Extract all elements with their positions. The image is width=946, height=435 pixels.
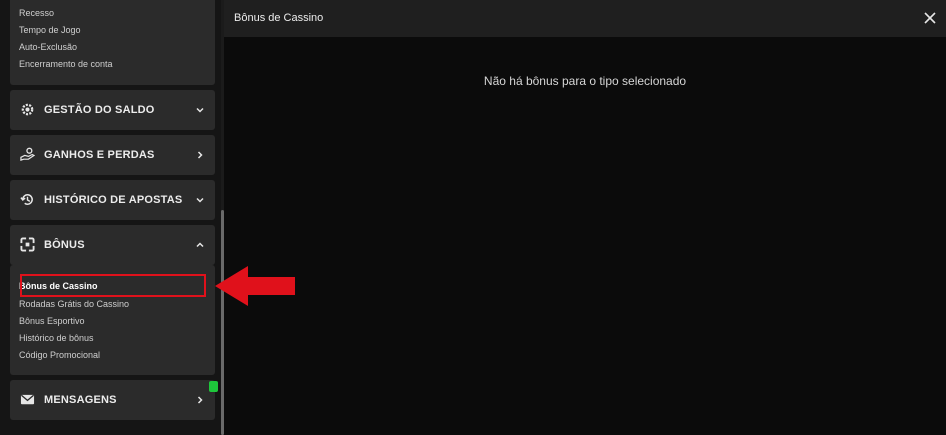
menu-label: HISTÓRICO DE APOSTAS [44,194,183,206]
chevron-down-icon [196,107,204,113]
envelope-icon [20,394,35,405]
gift-icon [20,237,35,252]
panel-title: Bônus de Cassino [234,12,324,24]
chevron-right-icon [197,396,203,404]
close-icon[interactable] [922,10,938,26]
panel-header: Bônus de Cassino [224,0,946,37]
submenu-item-auto-exclusao[interactable]: Auto-Exclusão [19,42,77,52]
submenu-item-recesso[interactable]: Recesso [19,8,54,18]
highlight-box [20,274,206,297]
arrow-left-icon [215,266,295,306]
gear-icon [21,103,34,116]
menu-label: MENSAGENS [44,394,117,406]
submenu-item-tempo-de-jogo[interactable]: Tempo de Jogo [19,25,81,35]
sidebar: Recesso Tempo de Jogo Auto-Exclusão Ence… [0,0,222,435]
menu-mensagens[interactable]: MENSAGENS [10,380,215,420]
menu-historico-de-apostas[interactable]: HISTÓRICO DE APOSTAS [10,180,215,220]
empty-state-message: Não há bônus para o tipo selecionado [483,74,687,88]
notification-badge [209,381,218,392]
menu-bonus[interactable]: BÔNUS [10,225,215,265]
submenu-item-historico-de-bonus[interactable]: Histórico de bônus [19,333,94,343]
chevron-down-icon [196,197,204,203]
hand-coins-icon [20,147,35,161]
menu-label: GANHOS E PERDAS [44,149,155,161]
submenu-item-encerramento[interactable]: Encerramento de conta [19,59,113,69]
submenu-item-codigo-promocional[interactable]: Código Promocional [19,350,100,360]
menu-label: GESTÃO DO SALDO [44,104,155,116]
chevron-up-icon [196,242,204,248]
menu-gestao-do-saldo[interactable]: GESTÃO DO SALDO [10,90,215,130]
menu-label: BÔNUS [44,239,85,251]
submenu-item-bonus-esportivo[interactable]: Bônus Esportivo [19,316,85,326]
chevron-right-icon [197,151,203,159]
menu-ganhos-e-perdas[interactable]: GANHOS E PERDAS [10,135,215,175]
submenu-item-rodadas-gratis[interactable]: Rodadas Grátis do Cassino [19,299,129,309]
bonus-panel: Bônus de Cassino Não há bônus para o tip… [224,0,946,435]
history-icon [20,194,33,205]
